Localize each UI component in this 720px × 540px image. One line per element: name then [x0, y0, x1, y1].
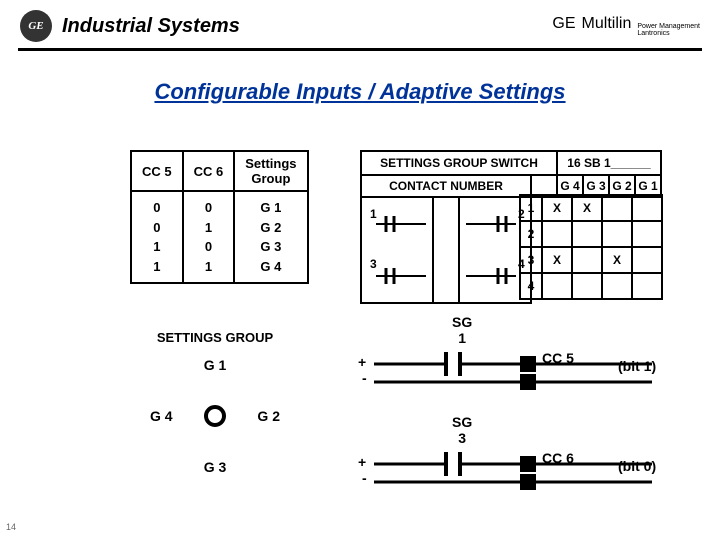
dial-knob-icon [204, 405, 226, 427]
sgs-x-1-g3: X [572, 195, 602, 221]
brand-ge: GE [552, 15, 575, 33]
circuit-sg1-label: SG 1 [452, 314, 472, 346]
truth-th-group: Settings Group [234, 151, 307, 191]
dial-g4: G 4 [150, 408, 173, 424]
circuit-cc5-label: CC 5 [542, 350, 574, 366]
plus-label-2: + [358, 454, 366, 470]
sgs-row-4: 4 [520, 273, 542, 299]
sgs-title: SETTINGS GROUP SWITCH [361, 151, 557, 175]
circuit-bit1-label: (bit 1) [618, 358, 656, 374]
circuit-sg3-label: SG 3 [452, 414, 472, 446]
svg-text:1: 1 [370, 207, 377, 221]
truth-group-vals: G 1 G 2 G 3 G 4 [234, 191, 307, 283]
sgs-row-2: 2 [520, 221, 542, 247]
tagline-1: Power Management [637, 23, 700, 30]
circuit-bit0-label: (bit 0) [618, 458, 656, 474]
header-brand: GE Multilin Power Management Lantronics [552, 15, 700, 37]
sgs-row-3: 3 [520, 247, 542, 273]
truth-table: CC 5 CC 6 Settings Group 0 0 1 1 0 1 0 1… [130, 150, 309, 284]
minus-label-2: - [362, 470, 367, 486]
sgs-contact-hdr: CONTACT NUMBER [361, 175, 531, 197]
sgs-cell [602, 195, 632, 221]
sgs-row-1: 1 [520, 195, 542, 221]
truth-cc5-bits: 0 0 1 1 [131, 191, 183, 283]
truth-cc6-bits: 0 1 0 1 [183, 191, 235, 283]
sgs-model: 16 SB 1______ [557, 151, 661, 175]
circuit-sg1: SG 1 + - CC 5 (bit 1) [360, 320, 660, 390]
circuit-sg3: SG 3 + - CC 6 (bit 0) [360, 420, 660, 490]
tagline-2: Lantronics [637, 30, 700, 37]
truth-th-cc5: CC 5 [131, 151, 183, 191]
header-rule [18, 48, 702, 51]
sgs-x-3-g4: X [542, 247, 572, 273]
page-title: Configurable Inputs / Adaptive Settings [0, 79, 720, 105]
sgs-x-1-g4: X [542, 195, 572, 221]
plus-label: + [358, 354, 366, 370]
circuit-cc6-label: CC 6 [542, 450, 574, 466]
svg-text:3: 3 [370, 257, 377, 271]
sgs-contact-grid: 1 X X 2 3 X X 4 [519, 194, 663, 300]
header-title: Industrial Systems [62, 15, 240, 38]
sgs-cell [632, 195, 662, 221]
brand-multilin: Multilin [582, 15, 632, 33]
dial-g3: G 3 [204, 459, 227, 475]
ge-logo-icon: GE [20, 10, 52, 42]
header: GE Industrial Systems GE Multilin Power … [0, 0, 720, 48]
switch-diagram-left: 1 3 [362, 198, 432, 302]
settings-group-dial: SETTINGS GROUP G 1 G 2 G 3 G 4 [130, 330, 300, 481]
sgs-x-3-g2: X [602, 247, 632, 273]
slide-number: 14 [6, 522, 16, 532]
minus-label: - [362, 370, 367, 386]
dial-g1: G 1 [204, 357, 227, 373]
dial-g2: G 2 [257, 408, 280, 424]
dial-title: SETTINGS GROUP [130, 330, 300, 345]
brand-tagline: Power Management Lantronics [637, 23, 700, 37]
truth-th-cc6: CC 6 [183, 151, 235, 191]
